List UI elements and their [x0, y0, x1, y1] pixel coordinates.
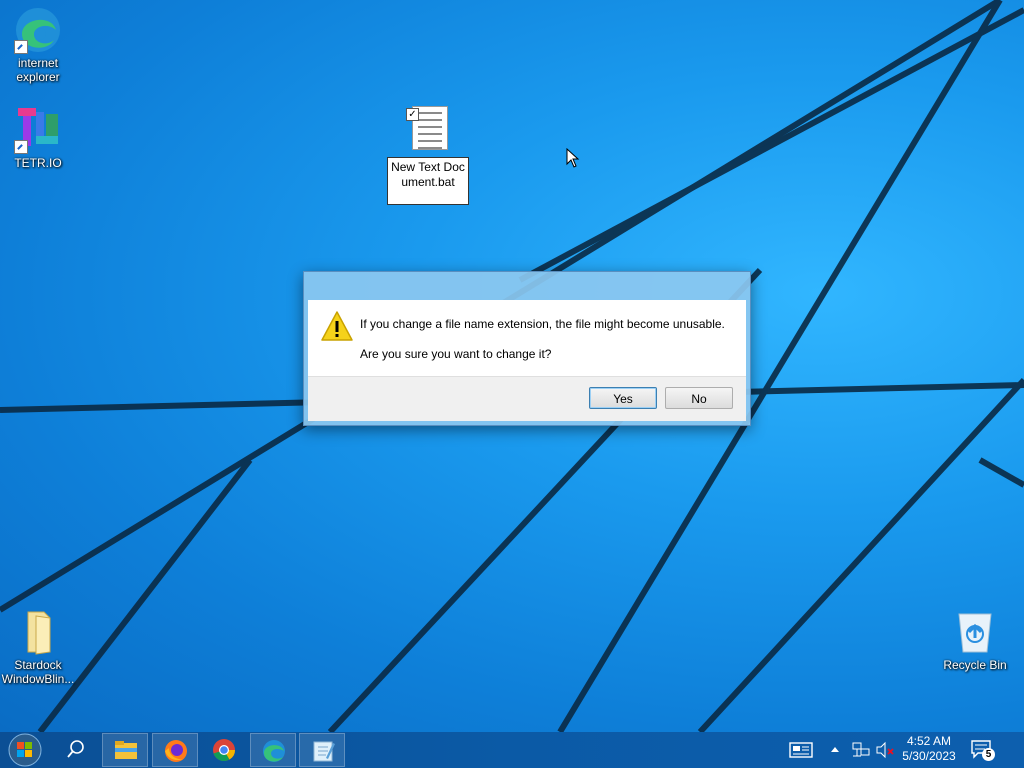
rename-input[interactable]: New Text Document.bat: [387, 157, 469, 205]
warning-icon: [321, 311, 353, 341]
tetrio-icon: [14, 106, 62, 154]
taskbar-edge[interactable]: [250, 733, 296, 767]
search-button[interactable]: [52, 732, 98, 768]
selection-checkbox[interactable]: ✓: [406, 108, 419, 121]
confirm-rename-dialog: If you change a file name extension, the…: [303, 271, 751, 426]
windows-start-icon: [8, 733, 42, 767]
notification-count-badge: 5: [982, 748, 995, 761]
desktop-icon-label: TETR.IO: [14, 156, 62, 170]
no-button[interactable]: No: [665, 387, 733, 409]
taskbar-file-explorer[interactable]: [102, 733, 148, 767]
desktop-icon-label: internet explorer: [16, 56, 60, 84]
taskbar-chrome[interactable]: [201, 733, 247, 767]
news-icon[interactable]: [788, 740, 814, 760]
file-explorer-icon: [115, 741, 137, 759]
edge-icon: [263, 740, 285, 762]
desktop-icon-label: Recycle Bin: [943, 658, 1007, 672]
notepad-icon: [313, 741, 335, 762]
shortcut-arrow-icon: [14, 140, 28, 154]
firefox-icon: [165, 740, 187, 762]
edge-icon: [14, 6, 62, 54]
notification-center-button[interactable]: 5: [970, 739, 995, 761]
folder-icon: [14, 608, 62, 656]
clock-time: 4:52 AM: [906, 734, 952, 748]
desktop-icon-stardock-windowblinds[interactable]: Stardock WindowBlin...: [0, 608, 76, 686]
desktop[interactable]: internet explorer TETR.IO Stardock Windo…: [0, 0, 1024, 732]
mouse-cursor-icon: [566, 148, 580, 168]
recycle-bin-icon: [951, 608, 999, 656]
dialog-footer: Yes No: [308, 376, 746, 421]
taskbar: 4:52 AM 5/30/2023 5: [0, 732, 1024, 768]
desktop-icon-internet-explorer[interactable]: internet explorer: [0, 6, 76, 84]
taskbar-notepad[interactable]: [299, 733, 345, 767]
volume-muted-icon[interactable]: [874, 740, 896, 760]
chrome-icon: [213, 739, 235, 762]
search-icon: [67, 740, 84, 758]
yes-button[interactable]: Yes: [589, 387, 657, 409]
taskbar-firefox[interactable]: [152, 733, 198, 767]
desktop-icon-tetrio[interactable]: TETR.IO: [0, 106, 76, 170]
clock-date: 5/30/2023: [902, 749, 956, 763]
desktop-icon-recycle-bin[interactable]: Recycle Bin: [937, 608, 1013, 672]
dialog-body: If you change a file name extension, the…: [308, 300, 746, 376]
shortcut-arrow-icon: [14, 40, 28, 54]
network-icon[interactable]: [850, 740, 872, 760]
system-clock[interactable]: 4:52 AM 5/30/2023: [895, 734, 963, 764]
dialog-message: If you change a file name extension, the…: [360, 317, 725, 331]
desktop-icon-label: Stardock WindowBlin...: [1, 658, 75, 686]
dialog-question: Are you sure you want to change it?: [360, 347, 552, 361]
start-button[interactable]: [0, 732, 50, 768]
desktop-icon-new-text-document[interactable]: ✓: [392, 106, 468, 150]
chevron-up-icon[interactable]: [828, 742, 842, 758]
